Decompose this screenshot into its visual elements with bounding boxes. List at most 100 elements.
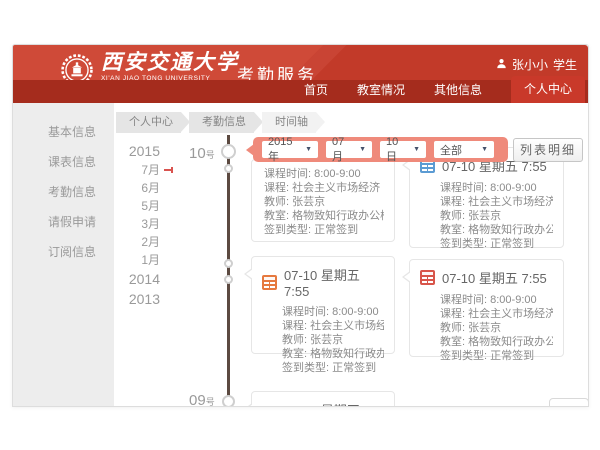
field-label: 课程: <box>264 182 289 194</box>
app-window: 西安交通大学 XI'AN JIAO TONG UNIVERSITY 考勤服务 张… <box>12 44 589 407</box>
timeline-scale-item[interactable]: 1月 <box>114 251 160 269</box>
field-label: 教师: <box>440 210 465 222</box>
current-month-marker <box>164 169 173 171</box>
card-header: 07-10 星期五 7:55 <box>410 260 563 291</box>
breadcrumb: 个人中心考勤信息时间轴 <box>116 112 324 133</box>
field-label: 课程时间: <box>440 182 487 194</box>
app-header: 西安交通大学 XI'AN JIAO TONG UNIVERSITY 考勤服务 张… <box>13 45 588 103</box>
breadcrumb-item[interactable]: 个人中心 <box>116 112 181 133</box>
field-value: 正常签到 <box>490 238 534 250</box>
user-icon <box>496 58 507 72</box>
field-value: 社会主义市场经济 <box>468 196 553 208</box>
card-date: 07-10 星期五 7:55 <box>284 265 384 299</box>
nav-item[interactable]: 首页 <box>304 81 328 103</box>
field-value: 格物致知行政办公楼 <box>468 336 553 348</box>
field-value: 社会主义市场经济 <box>292 182 380 194</box>
timeline-scale-item[interactable]: 2014 <box>114 269 160 289</box>
field-label: 签到类型: <box>282 362 329 374</box>
card-header: 07-10 星期五 7:55 <box>252 257 394 303</box>
card-field: 课程: 社会主义市场经济 <box>440 307 553 321</box>
card-field: 教师: 张芸京 <box>282 333 384 347</box>
type-dropdown[interactable]: 全部 <box>434 141 494 158</box>
sidebar-item[interactable]: 请假申请 <box>13 207 114 237</box>
field-label: 课程时间: <box>264 168 311 180</box>
field-value: 社会主义市场经济 <box>468 308 553 320</box>
card-field: 签到类型: 正常签到 <box>264 223 384 237</box>
field-value: 张芸京 <box>310 334 343 346</box>
month-dropdown[interactable]: 07月 <box>326 141 372 158</box>
field-value: 8:00-9:00 <box>490 294 536 306</box>
card-tail <box>244 268 252 280</box>
field-value: 8:00-9:00 <box>332 306 378 318</box>
timeline-scale-item[interactable]: 2015 <box>114 141 160 161</box>
card-field: 课程时间: 8:00-9:00 <box>282 305 384 319</box>
card-field: 教师: 张芸京 <box>440 209 553 223</box>
day-dropdown[interactable]: 10日 <box>380 141 426 158</box>
field-value: 正常签到 <box>490 350 534 362</box>
field-label: 课程时间: <box>440 294 487 306</box>
card-header: 07-09 星期四 7:55 <box>252 392 394 407</box>
timeline-scale-item[interactable]: 2013 <box>114 289 160 309</box>
timeline-scale-item[interactable]: 2月 <box>114 233 160 251</box>
user-name: 张小小 <box>512 56 548 73</box>
card-field: 教室: 格物致知行政办公楼 <box>440 335 553 349</box>
field-value: 社会主义市场经济 <box>310 320 384 332</box>
card-field: 课程: 社会主义市场经济 <box>264 181 384 195</box>
day-marker-09: 09号 <box>189 392 215 407</box>
timeline-line <box>227 135 230 406</box>
timeline-node <box>222 395 235 407</box>
field-label: 教师: <box>440 322 465 334</box>
user-info[interactable]: 张小小 学生 <box>496 56 577 73</box>
card-fields: 课程时间: 8:00-9:00课程: 社会主义市场经济教师: 张芸京教室: 格物… <box>410 291 563 371</box>
sidebar-item[interactable]: 课表信息 <box>13 147 114 177</box>
timeline-scale-item[interactable]: 7月 <box>114 161 160 179</box>
chevron-down-icon <box>481 146 488 153</box>
chevron-down-icon <box>305 146 312 153</box>
partial-card <box>549 398 589 407</box>
card-field: 课程: 社会主义市场经济 <box>282 319 384 333</box>
field-label: 教师: <box>264 196 289 208</box>
card-date: 07-09 星期四 7:55 <box>284 400 384 407</box>
screenshot-stage: 西安交通大学 XI'AN JIAO TONG UNIVERSITY 考勤服务 张… <box>0 0 600 450</box>
timeline-scale-item[interactable]: 5月 <box>114 197 160 215</box>
main-nav: 首页教室情况其他信息个人中心 <box>13 80 588 103</box>
breadcrumb-item[interactable]: 考勤信息 <box>189 112 254 133</box>
card-field: 签到类型: 正常签到 <box>440 349 553 363</box>
attendance-card: 07-10 星期五 7:55 课程时间: 8:00-9:00课程: 社会主义市场… <box>409 259 564 357</box>
card-field: 签到类型: 正常签到 <box>440 237 553 251</box>
field-value: 8:00-9:00 <box>314 168 360 180</box>
field-label: 教室: <box>282 348 307 360</box>
timeline-node <box>221 144 236 159</box>
attendance-card: 07-10 星期五 7:55 课程时间: 8:00-9:00课程: 社会主义市场… <box>251 256 395 354</box>
sidebar: 基本信息 课表信息 考勤信息 请假申请 订阅信息 <box>13 103 114 406</box>
field-label: 签到类型: <box>440 238 487 250</box>
nav-item[interactable]: 个人中心 <box>511 76 585 103</box>
year-dropdown[interactable]: 2015年 <box>262 141 318 158</box>
field-label: 教室: <box>264 210 289 222</box>
nav-item[interactable]: 教室情况 <box>357 81 405 103</box>
breadcrumb-item[interactable]: 时间轴 <box>262 112 316 133</box>
card-field: 课程时间: 8:00-9:00 <box>264 167 384 181</box>
timeline-scale-item[interactable]: 3月 <box>114 215 160 233</box>
chevron-down-icon <box>413 146 420 153</box>
field-value: 正常签到 <box>314 224 358 236</box>
list-detail-button[interactable]: 列表明细 <box>513 138 583 162</box>
sidebar-item[interactable]: 考勤信息 <box>13 177 114 207</box>
nav-item[interactable]: 其他信息 <box>434 81 482 103</box>
timeline-scale-item[interactable]: 6月 <box>114 179 160 197</box>
field-value: 张芸京 <box>292 196 325 208</box>
card-field: 课程: 社会主义市场经济 <box>440 195 553 209</box>
field-label: 签到类型: <box>264 224 311 236</box>
sidebar-item[interactable]: 订阅信息 <box>13 237 114 267</box>
calendar-icon <box>262 275 277 290</box>
university-name: 西安交通大学 XI'AN JIAO TONG UNIVERSITY <box>101 52 239 83</box>
sidebar-item[interactable]: 基本信息 <box>13 117 114 147</box>
field-label: 教室: <box>440 224 465 236</box>
field-value: 张芸京 <box>468 322 501 334</box>
field-value: 格物致知行政办公楼 <box>292 210 384 222</box>
card-field: 教师: 张芸京 <box>264 195 384 209</box>
card-field: 课程时间: 8:00-9:00 <box>440 293 553 307</box>
attendance-card: 07-10 星期五 7:55 课程时间: 8:00-9:00课程: 社会主义市场… <box>409 147 564 248</box>
user-role: 学生 <box>553 56 577 73</box>
field-value: 格物致知行政办公楼 <box>310 348 384 360</box>
